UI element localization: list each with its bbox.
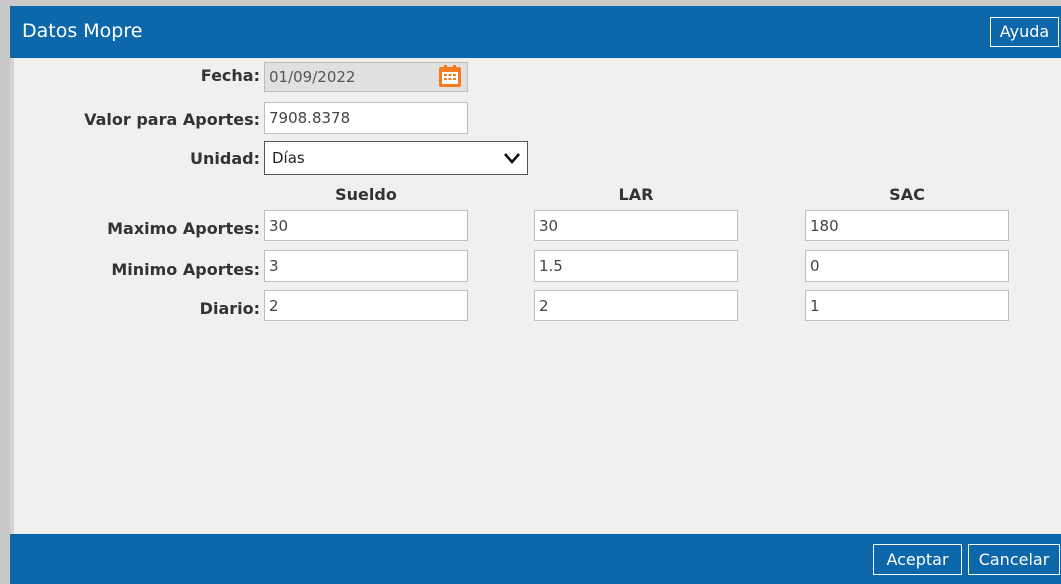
chevron-down-icon <box>504 153 520 164</box>
left-edge-divider <box>10 58 14 534</box>
minimo-aportes-sac-field[interactable] <box>805 250 1009 282</box>
minimo-aportes-label: Minimo Aportes: <box>111 260 260 279</box>
column-header-lar: LAR <box>618 185 654 204</box>
valor-aportes-field[interactable] <box>264 102 468 134</box>
diario-label: Diario: <box>199 299 260 318</box>
maximo-aportes-sueldo-field[interactable] <box>264 210 468 241</box>
cancel-button[interactable]: Cancelar <box>968 544 1060 575</box>
accept-button[interactable]: Aceptar <box>873 544 962 575</box>
diario-sueldo-field[interactable] <box>264 290 468 321</box>
unidad-selected-value: Días <box>272 149 305 167</box>
dialog-title: Datos Mopre <box>22 20 143 42</box>
minimo-aportes-sueldo-field[interactable] <box>264 250 468 282</box>
column-header-sac: SAC <box>889 185 925 204</box>
minimo-aportes-lar-field[interactable] <box>534 250 738 282</box>
mopre-dialog: Datos Mopre Ayuda Fecha: Valor para Apor… <box>10 6 1061 584</box>
maximo-aportes-sac-field[interactable] <box>805 210 1009 241</box>
maximo-aportes-lar-field[interactable] <box>534 210 738 241</box>
diario-sac-field[interactable] <box>805 290 1009 321</box>
diario-lar-field[interactable] <box>534 290 738 321</box>
dialog-header: Datos Mopre Ayuda <box>10 6 1061 58</box>
dialog-footer: Aceptar Cancelar <box>10 534 1061 584</box>
unidad-label: Unidad: <box>190 149 260 168</box>
fecha-label: Fecha: <box>200 66 260 85</box>
maximo-aportes-label: Maximo Aportes: <box>107 219 260 238</box>
column-header-sueldo: Sueldo <box>335 185 397 204</box>
calendar-icon[interactable] <box>438 64 462 88</box>
help-button[interactable]: Ayuda <box>990 17 1059 47</box>
unidad-select[interactable]: Días <box>264 141 528 175</box>
valor-aportes-label: Valor para Aportes: <box>84 110 260 129</box>
